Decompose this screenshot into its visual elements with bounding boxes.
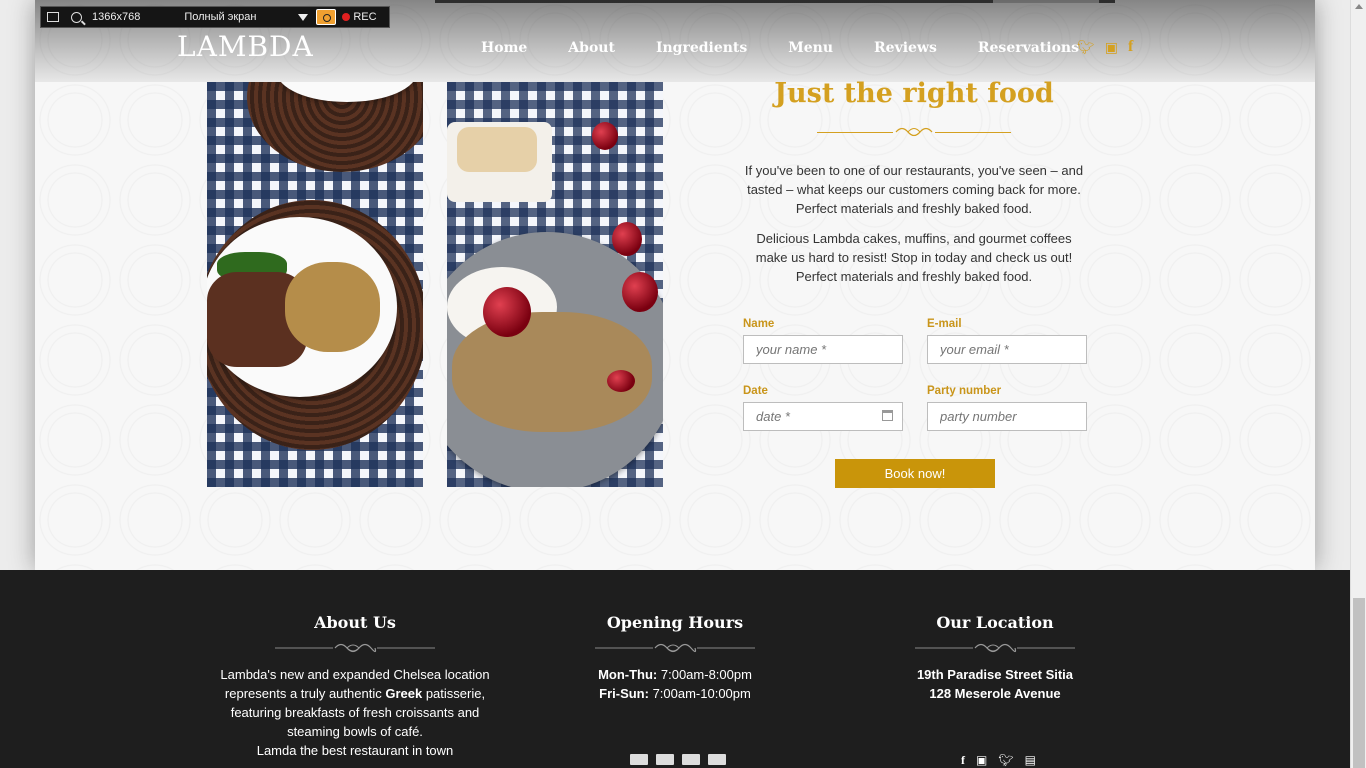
name-input[interactable] [743, 335, 903, 364]
rec-button[interactable]: REC [353, 11, 376, 23]
main-nav: Home About Ingredients Menu Reviews Rese… [481, 40, 1079, 56]
footer-about-line2: represents a truly authentic Greek patis… [224, 686, 486, 701]
scroll-up-arrow-icon[interactable] [1355, 4, 1363, 9]
scrollbar-thumb[interactable] [1353, 598, 1365, 768]
footer-ornament [595, 643, 755, 653]
footer-location: Our Location 19th Paradise Street Sitia … [845, 613, 1145, 703]
facebook-icon[interactable]: f [961, 753, 965, 768]
paypal-icon [656, 754, 674, 765]
capture-mode-value: Полный экран [184, 11, 257, 23]
section-title: Just the right food [774, 78, 1054, 109]
footer-about-line3: featuring breakfasts of fresh croissants… [230, 705, 480, 720]
zoom-button[interactable] [63, 7, 86, 27]
capture-mode-select[interactable]: Полный экран [184, 11, 312, 23]
footer-about-title: About Us [314, 613, 396, 632]
footer-hours-title: Opening Hours [606, 613, 744, 632]
magnifier-icon [71, 11, 82, 23]
footer-about-line5: Lamda the best restaurant in town [256, 743, 454, 758]
email-input[interactable] [927, 335, 1087, 364]
date-input[interactable] [743, 402, 903, 431]
site-logo[interactable]: LAMBDA [177, 30, 314, 63]
party-input[interactable] [927, 402, 1087, 431]
nav-reservations[interactable]: Reservations [978, 40, 1079, 56]
nav-reviews[interactable]: Reviews [874, 40, 937, 56]
party-label: Party number [927, 385, 1002, 397]
footer-ornament [275, 643, 435, 653]
payment-icons [630, 754, 734, 765]
hours-row-mon-thu: Mon-Thu: 7:00am-8:00pm [598, 667, 752, 682]
nav-menu[interactable]: Menu [788, 40, 833, 56]
name-label: Name [743, 318, 775, 330]
header-social: 🐦︎ ▣ f [1077, 38, 1143, 56]
twitter-icon[interactable]: 🐦︎ [998, 753, 1013, 768]
discover-icon [708, 754, 726, 765]
intro-paragraph-1: If you've been to one of our restaurants… [744, 163, 1084, 216]
footer-hours: Opening Hours Mon-Thu: 7:00am-8:00pm Fri… [525, 613, 825, 703]
facebook-icon[interactable]: f [1128, 38, 1133, 56]
nav-home[interactable]: Home [481, 40, 527, 56]
window-icon [47, 12, 59, 22]
chevron-down-icon [298, 13, 309, 21]
twitter-icon[interactable]: 🐦︎ [1077, 40, 1095, 56]
credit-card-icon [630, 754, 648, 765]
food-photo-dessert [447, 82, 663, 487]
screen-recorder-toolbar: 1366x768 Полный экран REC [40, 6, 390, 28]
tumblr-icon[interactable]: ▤ [1025, 753, 1036, 768]
nav-about[interactable]: About [568, 40, 615, 56]
book-now-button[interactable]: Book now! [835, 459, 995, 488]
date-label: Date [743, 385, 768, 397]
footer-about-line4: steaming bowls of café. [287, 724, 423, 739]
footer-about-line1: Lambda's new and expanded Chelsea locati… [220, 667, 490, 682]
visa-icon [682, 754, 700, 765]
youtube-icon[interactable]: ▣ [976, 753, 987, 768]
footer-ornament [915, 643, 1075, 653]
footer-social: f ▣ 🐦︎ ▤ [961, 753, 1047, 768]
hours-row-fri-sun: Fri-Sun: 7:00am-10:00pm [599, 686, 751, 701]
intro-paragraph-2: Delicious Lambda cakes, muffins, and gou… [755, 231, 1073, 284]
record-dot-icon [342, 13, 351, 21]
resolution-label: 1366x768 [92, 11, 141, 23]
site-footer: About Us Lambda's new and expanded Chels… [0, 570, 1350, 768]
food-photo-savory [207, 82, 423, 487]
footer-location-title: Our Location [936, 613, 1054, 632]
title-ornament [817, 125, 1011, 139]
page-container: LAMBDA Home About Ingredients Menu Revie… [35, 0, 1315, 570]
page-scrollbar[interactable] [1350, 0, 1366, 768]
location-line2: 128 Meserole Avenue [929, 686, 1061, 701]
email-label: E-mail [927, 318, 962, 330]
location-line1: 19th Paradise Street Sitia [916, 667, 1074, 682]
calendar-icon[interactable] [882, 410, 893, 421]
nav-ingredients[interactable]: Ingredients [656, 40, 747, 56]
footer-about: About Us Lambda's new and expanded Chels… [205, 613, 505, 760]
window-select-button[interactable] [41, 7, 63, 27]
youtube-icon[interactable]: ▣ [1105, 40, 1118, 56]
screenshot-camera-icon[interactable] [316, 9, 337, 25]
